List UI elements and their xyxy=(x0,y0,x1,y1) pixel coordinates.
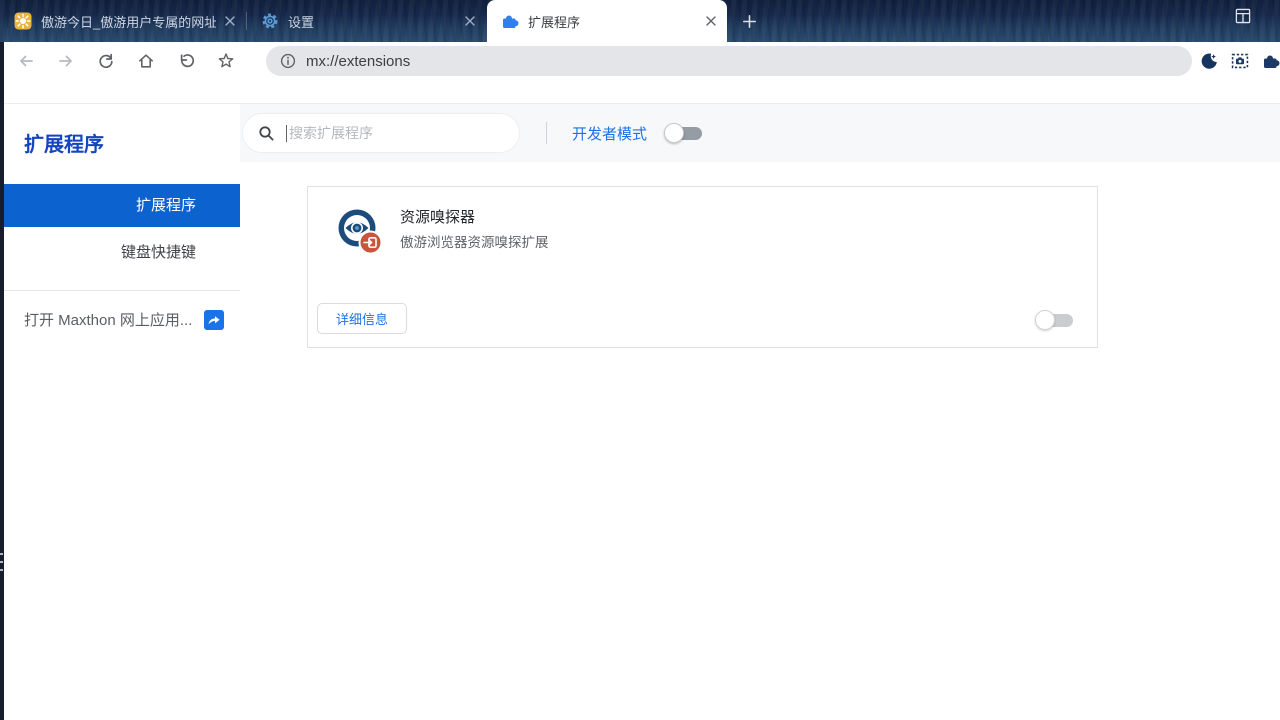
window-layout-icon[interactable] xyxy=(1234,7,1252,25)
home-icon[interactable] xyxy=(134,46,158,76)
edge-strip-mark xyxy=(0,561,3,563)
text-caret xyxy=(286,125,287,142)
tab-close-icon[interactable] xyxy=(224,15,236,27)
tab-settings[interactable]: 设置 xyxy=(247,0,486,42)
sidebar-nav: 扩展程序 键盘快捷键 xyxy=(0,184,240,274)
extensions-header: 搜索扩展程序 开发者模式 xyxy=(240,104,1280,162)
tab-close-icon[interactable] xyxy=(464,15,476,27)
toolbar-right-icons xyxy=(1200,46,1280,76)
forward-icon[interactable] xyxy=(54,46,78,76)
details-button[interactable]: 详细信息 xyxy=(317,303,407,334)
page-title: 扩展程序 xyxy=(24,128,240,157)
sidebar-divider xyxy=(0,290,240,291)
reload-icon[interactable] xyxy=(94,46,118,76)
orange-enter-arrow-badge xyxy=(360,232,382,254)
extensions-list: 资源嗅探器 傲游浏览器资源嗅探扩展 详细信息 xyxy=(240,162,1280,720)
bookmark-star-icon[interactable] xyxy=(214,46,238,76)
browser-window: 傲游今日_傲游用户专属的网址导 设置 扩展程序 xyxy=(0,0,1280,720)
webstore-link-label: 打开 Maxthon 网上应用... xyxy=(24,309,196,330)
edge-strip-mark xyxy=(0,569,3,571)
sidebar-open-webstore-link[interactable]: 打开 Maxthon 网上应用... xyxy=(0,309,240,330)
window-edge-strip[interactable] xyxy=(0,42,4,720)
extensions-puzzle-toolbar-icon[interactable] xyxy=(1262,52,1280,70)
extensions-page: 扩展程序 扩展程序 键盘快捷键 打开 Maxthon 网上应用... xyxy=(0,104,1280,720)
developer-mode-label[interactable]: 开发者模式 xyxy=(572,123,647,144)
main-panel: 搜索扩展程序 开发者模式 xyxy=(240,104,1280,720)
sidebar: 扩展程序 扩展程序 键盘快捷键 打开 Maxthon 网上应用... xyxy=(0,104,240,720)
resource-sniffer-eye-icon xyxy=(336,208,384,256)
extension-card: 资源嗅探器 傲游浏览器资源嗅探扩展 详细信息 xyxy=(307,186,1098,348)
toggle-knob xyxy=(664,123,684,143)
search-placeholder: 搜索扩展程序 xyxy=(289,123,373,143)
tab-extensions-active[interactable]: 扩展程序 xyxy=(487,0,727,42)
search-input[interactable]: 搜索扩展程序 xyxy=(242,113,520,153)
tab-close-icon[interactable] xyxy=(705,15,717,27)
toggle-knob xyxy=(1035,310,1055,330)
undo-icon[interactable] xyxy=(174,46,198,76)
open-webstore-arrow-icon xyxy=(204,310,224,330)
extension-enable-toggle[interactable] xyxy=(1035,310,1075,330)
tab-label: 设置 xyxy=(288,12,456,31)
info-icon[interactable] xyxy=(280,53,296,69)
back-icon[interactable] xyxy=(14,46,38,76)
address-bar[interactable]: mx://extensions xyxy=(266,46,1192,76)
new-tab-button[interactable] xyxy=(738,10,760,32)
maxthon-today-sun-icon xyxy=(14,12,32,30)
tab-maxthon-today[interactable]: 傲游今日_傲游用户专属的网址导 xyxy=(0,0,246,42)
tab-label: 傲游今日_傲游用户专属的网址导 xyxy=(41,12,216,31)
url-text[interactable]: mx://extensions xyxy=(306,53,410,70)
night-mode-moon-icon[interactable] xyxy=(1200,52,1218,70)
extension-description: 傲游浏览器资源嗅探扩展 xyxy=(400,231,549,251)
screenshot-camera-icon[interactable] xyxy=(1231,52,1249,70)
navigation-toolbar: mx://extensions xyxy=(0,42,1280,104)
tab-bar: 傲游今日_傲游用户专属的网址导 设置 扩展程序 xyxy=(0,0,1280,42)
edge-strip-mark xyxy=(0,553,3,555)
sidebar-item-extensions[interactable]: 扩展程序 xyxy=(0,184,240,227)
search-icon xyxy=(258,125,275,142)
sidebar-item-keyboard-shortcuts[interactable]: 键盘快捷键 xyxy=(0,231,240,274)
settings-gear-icon xyxy=(261,12,279,30)
tab-label: 扩展程序 xyxy=(528,12,697,31)
extension-name: 资源嗅探器 xyxy=(400,206,475,227)
extensions-puzzle-icon xyxy=(501,12,519,30)
developer-mode-toggle[interactable] xyxy=(664,123,704,143)
header-divider xyxy=(546,122,547,144)
